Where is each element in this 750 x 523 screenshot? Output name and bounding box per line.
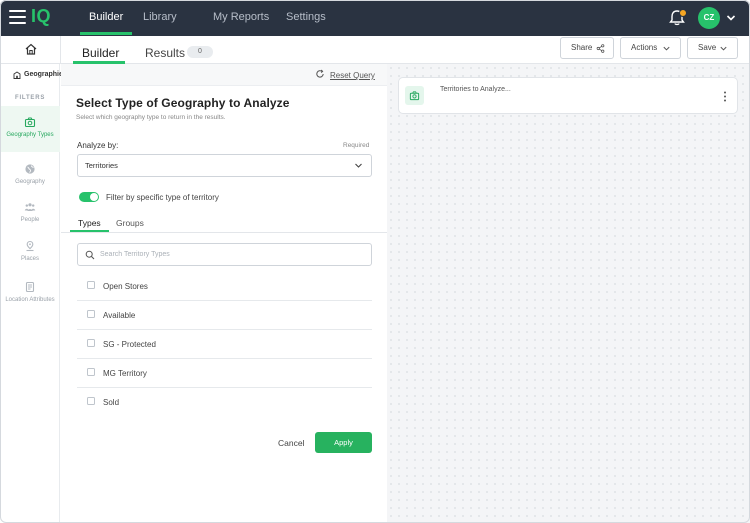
tab-active-indicator — [70, 230, 109, 232]
query-card[interactable] — [398, 77, 738, 114]
type-checkbox[interactable] — [87, 339, 95, 347]
geography-types-icon — [409, 91, 420, 101]
analyze-by-label: Analyze by: — [77, 141, 119, 150]
people-icon — [24, 203, 36, 211]
panel-title: Select Type of Geography to Analyze — [76, 96, 290, 110]
analyze-by-value: Territories — [85, 161, 118, 170]
type-label: Available — [103, 311, 136, 320]
nav-settings[interactable]: Settings — [286, 11, 326, 23]
card-title: Territories to Analyze... — [440, 86, 511, 93]
type-row-sold[interactable]: Sold — [77, 388, 372, 417]
required-label: Required — [343, 142, 370, 149]
rail-item-location-attributes[interactable]: Location Attributes — [0, 279, 60, 319]
chevron-down-icon — [663, 46, 670, 51]
save-label: Save — [698, 43, 717, 52]
rail-item-label: Geography Types — [6, 132, 54, 138]
hamburger-menu-icon[interactable] — [9, 10, 26, 24]
nav-my-reports[interactable]: My Reports — [213, 11, 269, 23]
globe-icon — [25, 164, 35, 174]
toggle-knob — [90, 193, 98, 201]
toggle-label: Filter by specific type of territory — [106, 193, 219, 202]
rail-item-people[interactable]: People — [0, 199, 60, 229]
chevron-down-icon — [355, 163, 362, 168]
tab-builder[interactable]: Builder — [82, 46, 119, 60]
tab-results[interactable]: Results — [145, 46, 185, 60]
actions-label: Actions — [631, 43, 658, 52]
share-icon — [596, 44, 605, 53]
reset-icon[interactable] — [315, 69, 325, 79]
chevron-down-icon — [720, 46, 727, 51]
save-button[interactable]: Save — [687, 37, 738, 59]
search-icon — [85, 250, 95, 260]
rail-item-label: People — [20, 217, 40, 223]
type-checkbox[interactable] — [87, 310, 95, 318]
top-nav-bar: IQ Builder Library My Reports Settings C… — [0, 0, 750, 36]
type-row-available[interactable]: Available — [77, 301, 372, 330]
actions-button[interactable]: Actions — [620, 37, 681, 59]
cancel-button[interactable]: Cancel — [278, 438, 304, 448]
share-label: Share — [571, 43, 593, 52]
type-label: Open Stores — [103, 282, 148, 291]
rail-item-geography-types[interactable]: Geography Types — [0, 106, 60, 152]
search-placeholder: Search Territory Types — [100, 251, 170, 258]
type-row-open-stores[interactable]: Open Stores — [77, 272, 372, 301]
tab-groups[interactable]: Groups — [116, 218, 144, 228]
type-label: MG Territory — [103, 369, 147, 378]
query-canvas — [387, 64, 750, 523]
app-logo[interactable]: IQ — [31, 6, 51, 27]
rail-item-label: Geography — [15, 179, 45, 185]
results-count-badge: 0 — [187, 46, 213, 58]
nav-library[interactable]: Library — [143, 11, 177, 23]
type-row-mg-territory[interactable]: MG Territory — [77, 359, 372, 388]
apply-button[interactable]: Apply — [315, 432, 372, 453]
rail-item-places[interactable]: Places — [0, 238, 60, 268]
user-avatar[interactable]: CZ — [698, 7, 720, 29]
nav-active-indicator — [80, 32, 132, 35]
type-checkbox[interactable] — [87, 397, 95, 405]
place-pin-icon — [26, 240, 34, 252]
type-checkbox[interactable] — [87, 368, 95, 376]
share-button[interactable]: Share — [560, 37, 614, 59]
builder-toolbar: Builder Results 0 Share Actions Save — [0, 36, 750, 64]
type-row-sg-protected[interactable]: SG - Protected — [77, 330, 372, 359]
type-label: SG - Protected — [103, 340, 156, 349]
panel-subtitle: Select which geography type to return in… — [76, 114, 226, 121]
rail-item-label: Places — [20, 256, 39, 262]
type-label: Sold — [103, 398, 120, 407]
reset-query-link[interactable]: Reset Query — [330, 71, 375, 80]
notification-dot — [679, 9, 687, 17]
chevron-down-icon[interactable] — [726, 13, 736, 23]
analyze-by-select[interactable] — [77, 154, 372, 177]
nav-builder[interactable]: Builder — [89, 11, 123, 23]
more-vertical-icon[interactable] — [723, 91, 727, 102]
rail-item-label: Location Attributes — [5, 297, 55, 303]
home-icon[interactable] — [24, 42, 38, 56]
home-cell — [0, 36, 61, 64]
geography-types-icon — [24, 117, 36, 128]
tabs-divider — [61, 232, 387, 233]
filters-heading: FILTERS — [15, 95, 46, 101]
rail-item-geography[interactable]: Geography — [0, 161, 60, 191]
building-icon — [13, 71, 21, 79]
tab-types[interactable]: Types — [78, 218, 101, 228]
location-attributes-icon — [25, 281, 35, 293]
type-checkbox[interactable] — [87, 281, 95, 289]
